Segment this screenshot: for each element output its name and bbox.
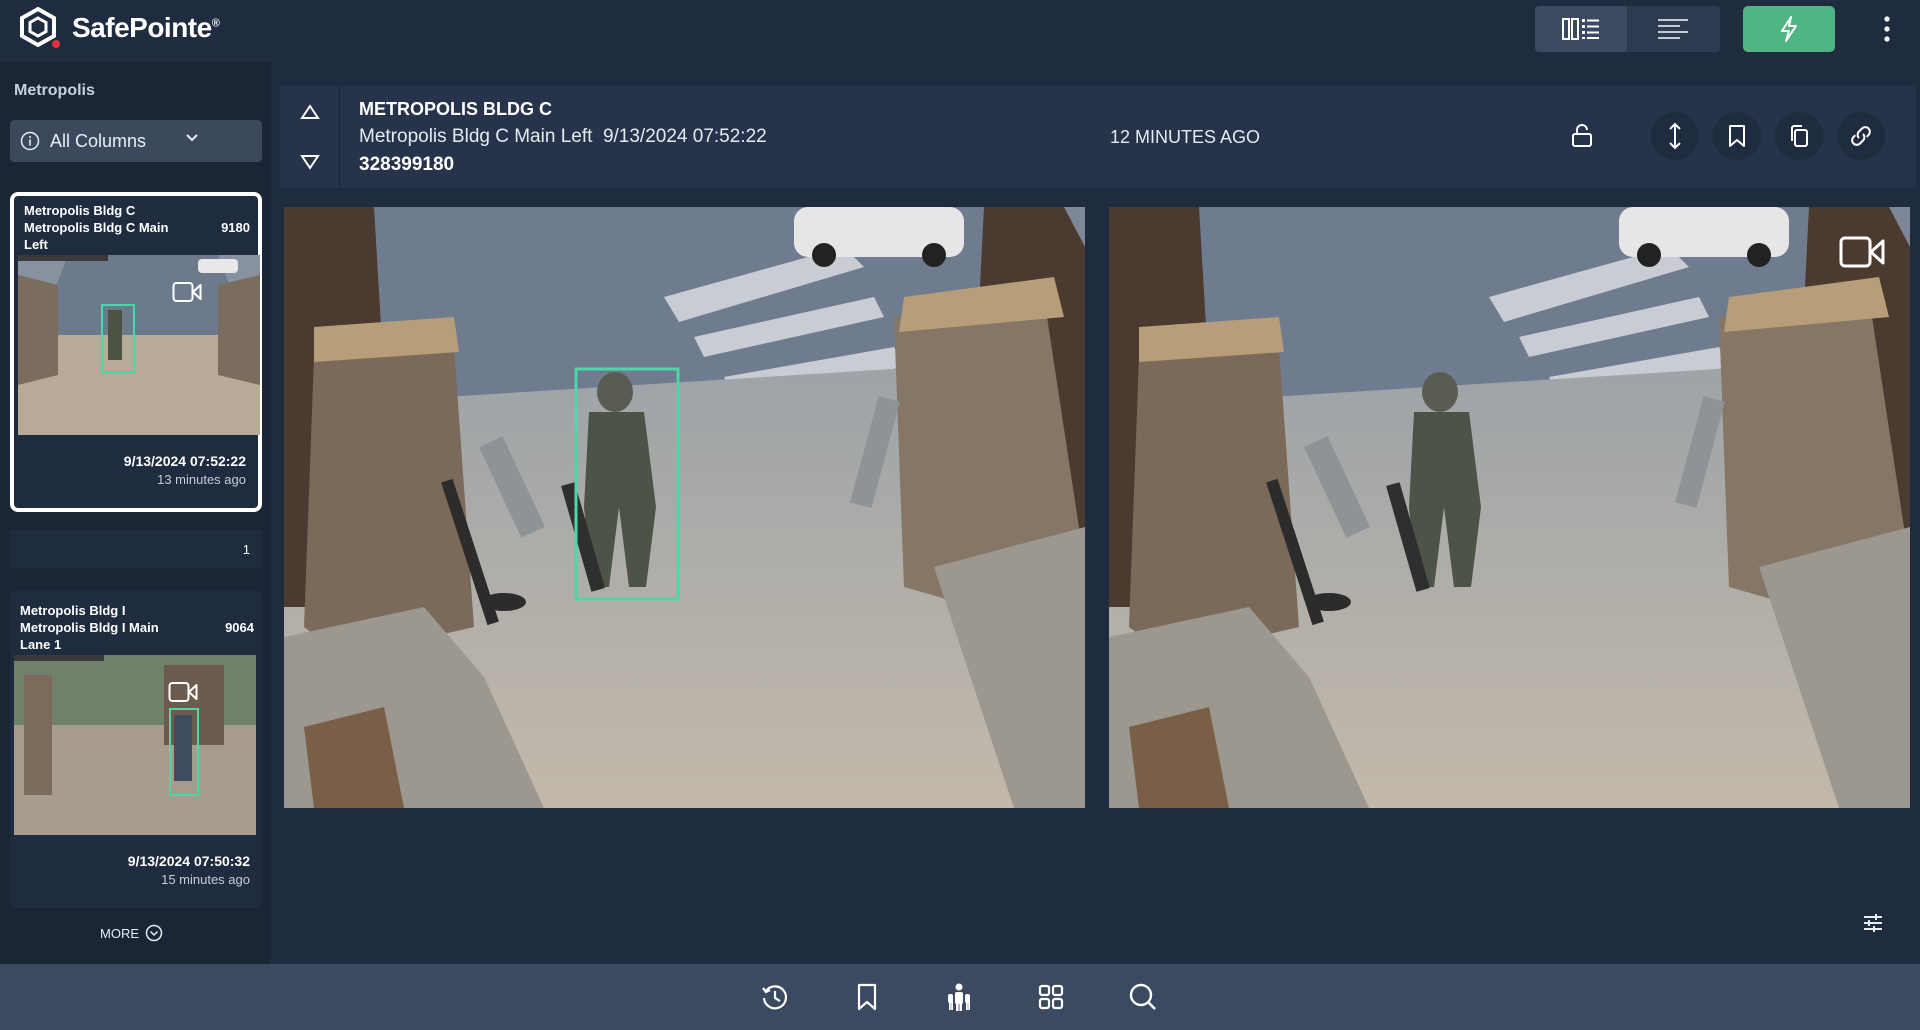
chevron-down-icon <box>186 134 198 142</box>
link-icon <box>1851 126 1871 146</box>
detection-image[interactable] <box>284 207 1085 808</box>
triangle-up-icon <box>300 104 320 119</box>
video-frame[interactable] <box>1109 207 1910 808</box>
view-toggle <box>1535 6 1720 52</box>
event-card-ago: 13 minutes ago <box>157 472 246 487</box>
more-label: MORE <box>100 925 139 941</box>
logo: SafePointe® <box>18 6 220 50</box>
bottom-bar <box>0 964 1920 1030</box>
bookmark-icon <box>1729 125 1745 147</box>
triangle-down-icon <box>300 155 320 170</box>
kebab-menu-button[interactable] <box>1872 12 1902 46</box>
sidebar-title: Metropolis <box>14 82 95 99</box>
next-event-button[interactable] <box>298 150 322 174</box>
event-card-site: Metropolis Bldg C <box>24 203 136 218</box>
bookmark-icon <box>857 983 877 1011</box>
video-camera-icon[interactable] <box>168 681 198 703</box>
top-bar: SafePointe® <box>0 0 1920 58</box>
event-card-count: 9180 <box>221 220 250 235</box>
video-camera-icon[interactable] <box>172 281 202 303</box>
brand-reg: ® <box>211 17 220 30</box>
people-icon <box>948 983 970 1011</box>
event-card-timestamp: 9/13/2024 07:52:22 <box>123 453 246 469</box>
history-button[interactable] <box>758 980 792 1014</box>
event-ago: 12 MINUTES AGO <box>1110 127 1261 147</box>
sliders-icon[interactable] <box>1862 912 1884 934</box>
people-button[interactable] <box>942 980 976 1014</box>
event-card-site: Metropolis Bldg I <box>20 603 126 618</box>
event-timestamp: 9/13/2024 07:52:22 <box>602 126 767 147</box>
link-button[interactable] <box>1837 112 1885 160</box>
safepointe-logo-icon <box>20 6 60 48</box>
vertical-arrows-icon <box>1669 122 1681 150</box>
history-icon <box>762 985 788 1010</box>
grid-list-view-icon <box>1562 18 1599 40</box>
event-card[interactable]: Metropolis Bldg I Metropolis Bldg I Main… <box>10 590 262 908</box>
video-camera-icon[interactable] <box>1839 235 1885 269</box>
bookmarks-button[interactable] <box>850 980 884 1014</box>
alert-button[interactable] <box>1743 6 1835 52</box>
sidebar: Metropolis All Columns Metropolis Bldg C… <box>0 62 270 964</box>
event-card-count: 9064 <box>225 620 254 635</box>
event-card-camera: Metropolis Bldg I Main Lane 1 <box>20 620 159 652</box>
previous-event-button[interactable] <box>298 100 322 124</box>
event-card[interactable]: Metropolis Bldg C Metropolis Bldg C Main… <box>10 192 262 512</box>
kebab-menu-icon <box>1884 16 1890 42</box>
list-view-icon <box>1658 19 1688 39</box>
group-count: 1 <box>10 530 262 568</box>
list-view-button[interactable] <box>1627 6 1719 52</box>
search-button[interactable] <box>1126 980 1160 1014</box>
brand-name: SafePointe <box>72 12 212 43</box>
chevron-circle-down-icon <box>145 924 163 942</box>
grid-list-view-button[interactable] <box>1535 6 1627 52</box>
column-filter-label: All Columns <box>50 130 147 151</box>
copy-button[interactable] <box>1775 112 1823 160</box>
copy-icon <box>1791 125 1808 147</box>
event-card-camera: Metropolis Bldg C Main Left <box>24 220 169 252</box>
grid-button[interactable] <box>1034 980 1068 1014</box>
event-id: 328399180 <box>359 154 455 175</box>
event-card-thumbnail <box>18 255 260 435</box>
event-header: METROPOLIS BLDG C Metropolis Bldg C Main… <box>280 86 1916 188</box>
expand-vertical-button[interactable] <box>1651 112 1699 160</box>
search-icon <box>1129 983 1156 1010</box>
column-filter-select[interactable]: All Columns <box>10 120 262 162</box>
event-subtitle: Metropolis Bldg C Main Left 9/13/2024 07… <box>359 126 767 148</box>
event-card-thumbnail <box>14 655 256 835</box>
event-card-ago: 15 minutes ago <box>161 872 250 887</box>
event-card-timestamp: 9/13/2024 07:50:32 <box>127 853 250 869</box>
more-button[interactable]: MORE <box>100 924 163 942</box>
event-camera: Metropolis Bldg C Main Left <box>359 126 593 147</box>
info-icon <box>20 131 40 151</box>
bookmark-button[interactable] <box>1713 112 1761 160</box>
event-navigation <box>280 86 340 188</box>
grid-icon <box>1038 984 1064 1010</box>
unlock-icon[interactable] <box>1571 124 1593 148</box>
lightning-icon <box>1781 16 1797 42</box>
event-title: METROPOLIS BLDG C <box>359 99 552 119</box>
